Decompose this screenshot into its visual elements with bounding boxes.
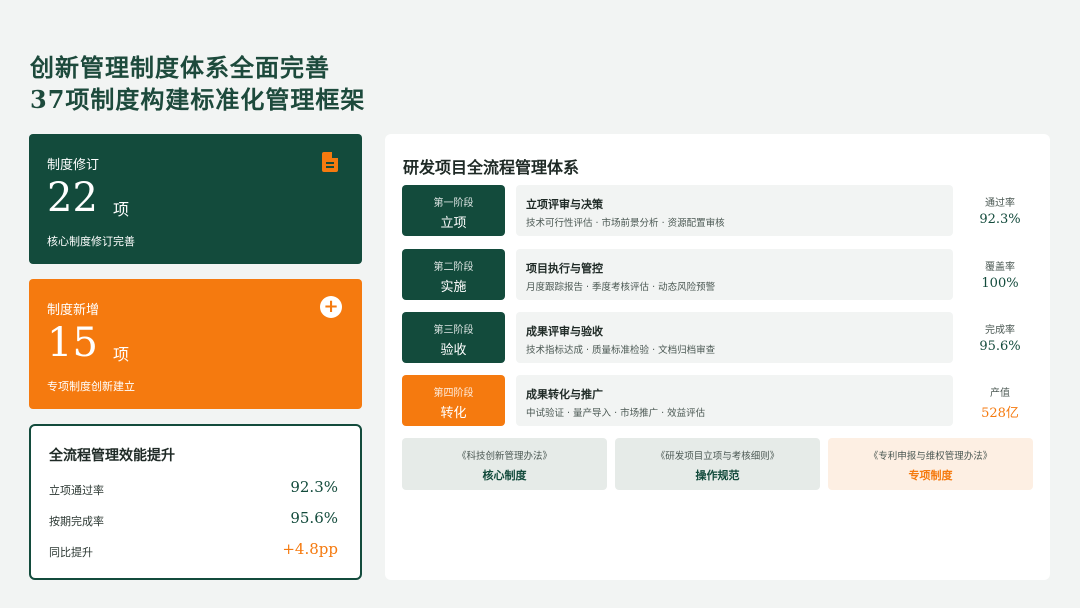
stage-heading: 项目执行与管控 bbox=[526, 262, 603, 275]
stage-name: 转化 bbox=[440, 406, 467, 421]
policy-tag: 专项制度 bbox=[908, 469, 953, 482]
policy-tag: 操作规范 bbox=[695, 469, 740, 482]
metric-value: 100% bbox=[981, 276, 1019, 291]
stage-ordinal: 第三阶段 bbox=[433, 325, 474, 336]
efficiency-row-value: 92.3% bbox=[290, 478, 338, 496]
policy-card-core: 《科技创新管理办法》 核心制度 bbox=[402, 438, 607, 490]
new-stat-card: 制度新增 15 项 专项制度创新建立 + bbox=[29, 279, 362, 409]
stage-heading: 成果转化与推广 bbox=[526, 388, 603, 401]
plus-icon: + bbox=[320, 296, 342, 318]
efficiency-panel: 全流程管理效能提升 立项通过率 92.3% 按期完成率 95.6% 同比提升 +… bbox=[29, 424, 362, 580]
stage-ordinal: 第一阶段 bbox=[433, 198, 474, 209]
policy-name: 《科技创新管理办法》 bbox=[456, 451, 552, 462]
metric-label: 完成率 bbox=[985, 325, 1015, 336]
stage-detail-1: 立项评审与决策 技术可行性评估 · 市场前景分析 · 资源配置审核 bbox=[516, 185, 953, 236]
stage-badge-4: 第四阶段 转化 bbox=[402, 375, 505, 426]
stage-description: 中试验证 · 量产导入 · 市场推广 · 效益评估 bbox=[526, 408, 706, 419]
metric-value: 528亿 bbox=[981, 406, 1019, 421]
process-title: 研发项目全流程管理体系 bbox=[403, 158, 580, 177]
stage-description: 技术指标达成 · 质量标准检验 · 文档归档审查 bbox=[526, 345, 716, 356]
revision-label: 制度修订 bbox=[47, 158, 100, 173]
metric-label: 产值 bbox=[990, 388, 1010, 399]
stage-detail-4: 成果转化与推广 中试验证 · 量产导入 · 市场推广 · 效益评估 bbox=[516, 375, 953, 426]
document-icon bbox=[322, 152, 338, 172]
new-unit: 项 bbox=[113, 345, 130, 364]
stage-detail-3: 成果评审与验收 技术指标达成 · 质量标准检验 · 文档归档审查 bbox=[516, 312, 953, 363]
stage-heading: 成果评审与验收 bbox=[526, 325, 603, 338]
efficiency-row: 同比提升 +4.8pp bbox=[49, 540, 338, 562]
stage-detail-2: 项目执行与管控 月度跟踪报告 · 季度考核评估 · 动态风险预警 bbox=[516, 249, 953, 300]
policy-card-special: 《专利申报与维权管理办法》 专项制度 bbox=[828, 438, 1033, 490]
policy-name: 《专利申报与维权管理办法》 bbox=[868, 451, 993, 462]
policy-tag: 核心制度 bbox=[482, 469, 527, 482]
revision-subtitle: 核心制度修订完善 bbox=[47, 235, 135, 248]
stage-badge-1: 第一阶段 立项 bbox=[402, 185, 505, 236]
stage-ordinal: 第四阶段 bbox=[433, 388, 474, 399]
efficiency-row: 立项通过率 92.3% bbox=[49, 478, 338, 500]
stage-metric-3: 完成率 95.6% bbox=[960, 321, 1040, 354]
metric-label: 通过率 bbox=[985, 198, 1015, 209]
stage-description: 技术可行性评估 · 市场前景分析 · 资源配置审核 bbox=[526, 218, 725, 229]
policy-card-operation: 《研发项目立项与考核细则》 操作规范 bbox=[615, 438, 820, 490]
metric-value: 95.6% bbox=[979, 339, 1021, 354]
new-subtitle: 专项制度创新建立 bbox=[47, 380, 135, 393]
stage-metric-2: 覆盖率 100% bbox=[960, 258, 1040, 291]
page-title: 创新管理制度体系全面完善 37项制度构建标准化管理框架 bbox=[30, 52, 365, 116]
title-line-2: 37项制度构建标准化管理框架 bbox=[30, 85, 366, 114]
efficiency-row-label: 按期完成率 bbox=[49, 515, 104, 528]
efficiency-row-label: 立项通过率 bbox=[49, 484, 104, 497]
stage-name: 立项 bbox=[440, 216, 467, 231]
stage-heading: 立项评审与决策 bbox=[526, 198, 603, 211]
stage-badge-3: 第三阶段 验收 bbox=[402, 312, 505, 363]
stage-metric-1: 通过率 92.3% bbox=[960, 194, 1040, 227]
stage-name: 验收 bbox=[440, 343, 467, 358]
new-label: 制度新增 bbox=[47, 303, 100, 318]
title-line-1: 创新管理制度体系全面完善 bbox=[30, 53, 330, 82]
efficiency-row: 按期完成率 95.6% bbox=[49, 509, 338, 531]
efficiency-row-value: 95.6% bbox=[290, 509, 338, 527]
stage-badge-2: 第二阶段 实施 bbox=[402, 249, 505, 300]
stage-name: 实施 bbox=[440, 280, 467, 295]
policy-name: 《研发项目立项与考核细则》 bbox=[655, 451, 780, 462]
efficiency-row-value: +4.8pp bbox=[282, 540, 338, 558]
metric-label: 覆盖率 bbox=[985, 262, 1015, 273]
process-panel: 研发项目全流程管理体系 第一阶段 立项 立项评审与决策 技术可行性评估 · 市场… bbox=[385, 134, 1050, 580]
efficiency-title: 全流程管理效能提升 bbox=[49, 448, 175, 464]
metric-value: 92.3% bbox=[979, 212, 1021, 227]
efficiency-row-label: 同比提升 bbox=[49, 546, 93, 559]
new-value: 15 bbox=[47, 320, 98, 366]
revision-unit: 项 bbox=[113, 200, 130, 219]
stage-metric-4: 产值 528亿 bbox=[960, 384, 1040, 421]
stage-description: 月度跟踪报告 · 季度考核评估 · 动态风险预警 bbox=[526, 282, 716, 293]
revision-value: 22 bbox=[47, 175, 98, 221]
stage-ordinal: 第二阶段 bbox=[433, 262, 474, 273]
revision-stat-card: 制度修订 22 项 核心制度修订完善 bbox=[29, 134, 362, 264]
